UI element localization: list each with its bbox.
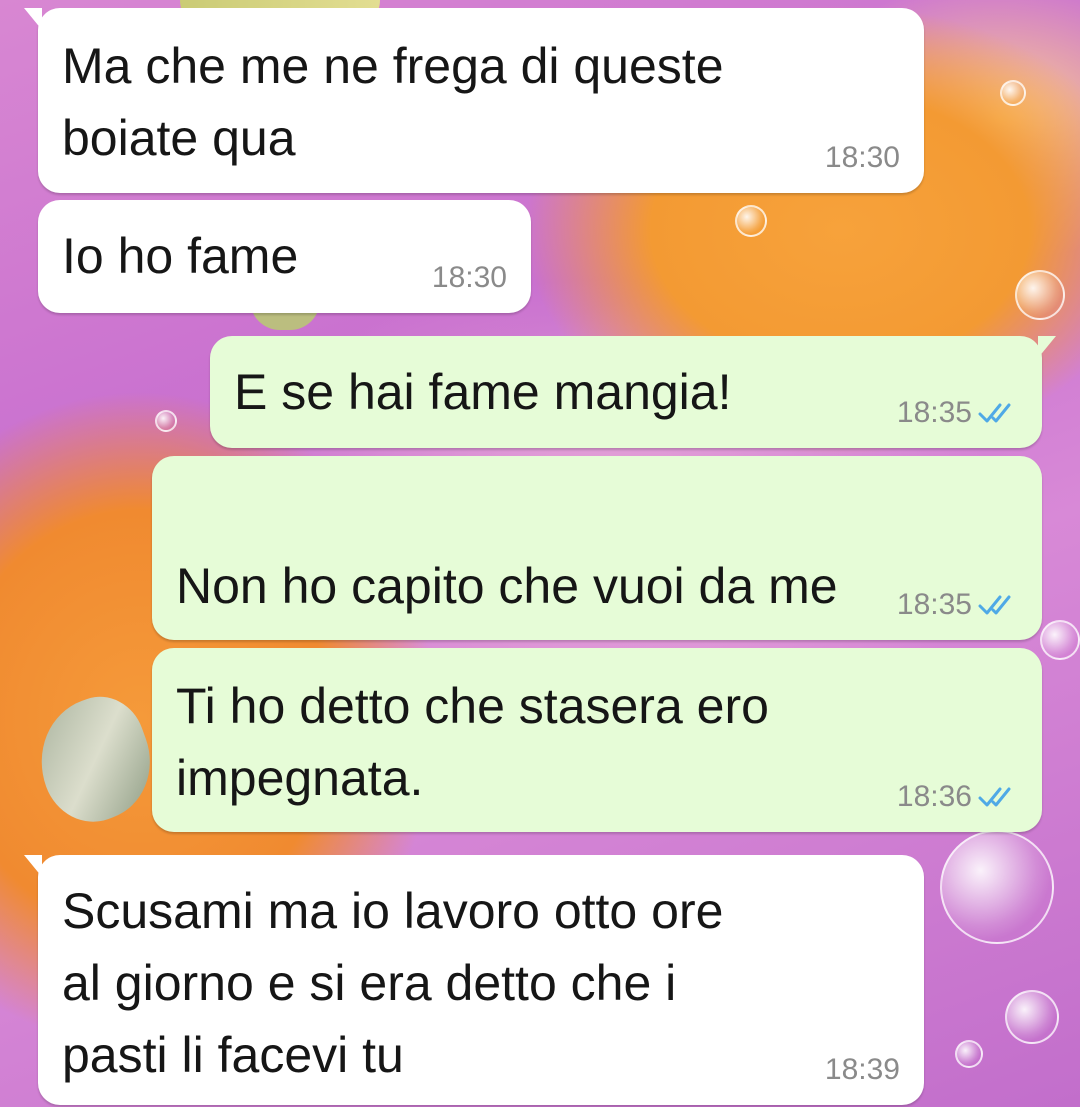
bubble-tail — [24, 8, 42, 30]
message-meta: 18:35 — [897, 588, 1018, 622]
incoming-message[interactable]: Io ho fame 18:30 — [38, 200, 531, 313]
outgoing-message[interactable]: Non ho capito che vuoi da me 18:35 — [152, 456, 1042, 763]
read-receipt-icon — [978, 595, 1011, 615]
message-time: 18:30 — [431, 261, 507, 294]
message-meta: 18:39 — [825, 1053, 900, 1087]
message-text: Scusami ma io lavoro otto ore al giorno … — [62, 883, 724, 1083]
message-time: 18:35 — [896, 588, 972, 621]
message-meta: 18:30 — [825, 141, 900, 175]
message-time: 18:36 — [896, 780, 972, 813]
outgoing-message[interactable]: E se hai fame mangia! 18:35 — [210, 336, 1056, 448]
outgoing-message[interactable]: Ti ho detto che stasera ero impegnata. 1… — [152, 648, 1042, 832]
message-meta: 18:36 — [897, 780, 1018, 814]
incoming-message[interactable]: Scusami ma io lavoro otto ore al giorno … — [24, 855, 924, 1105]
bubble-tail — [24, 855, 42, 877]
message-time: 18:35 — [896, 396, 972, 429]
message-meta: 18:30 — [432, 261, 507, 295]
read-receipt-icon — [978, 787, 1011, 807]
incoming-message[interactable]: Ma che me ne frega di queste boiate qua … — [24, 8, 924, 193]
message-text-line: Non ho capito che vuoi da me — [176, 558, 838, 614]
chat-conversation: Ma che me ne frega di queste boiate qua … — [0, 0, 1080, 1107]
message-meta: 18:35 — [897, 396, 1018, 430]
message-text: Ma che me ne frega di queste boiate qua — [62, 38, 724, 166]
message-time: 18:30 — [824, 141, 900, 174]
read-receipt-icon — [978, 403, 1011, 423]
message-time: 18:39 — [824, 1053, 900, 1086]
message-text: Ti ho detto che stasera ero impegnata. — [176, 678, 769, 806]
message-text: E se hai fame mangia! — [234, 364, 732, 420]
message-text: Io ho fame — [62, 228, 299, 284]
bubble-tail — [1038, 336, 1056, 358]
